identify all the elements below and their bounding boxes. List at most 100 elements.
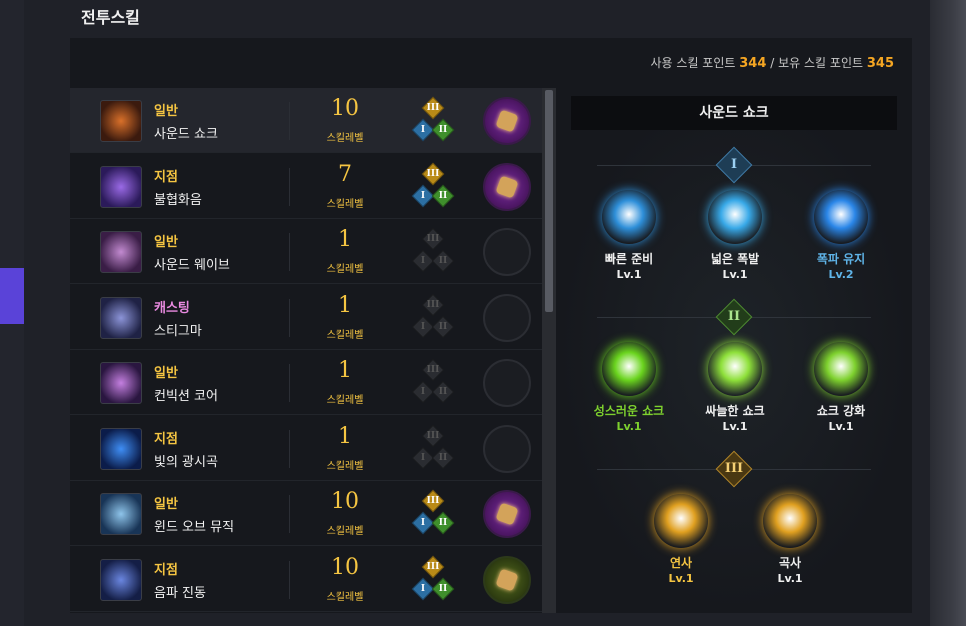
skill-panel: 사용 스킬 포인트 344 / 보유 스킬 포인트 345 일반 사운드 쇼크 10… bbox=[70, 38, 912, 613]
rune-slot-empty[interactable] bbox=[483, 228, 531, 276]
tripod-gem-2: II bbox=[431, 315, 455, 338]
skill-icon[interactable] bbox=[100, 296, 142, 339]
skill-icon[interactable] bbox=[100, 493, 142, 535]
skill-icon[interactable] bbox=[100, 100, 142, 142]
points-separator: / bbox=[770, 56, 775, 70]
tripod-gem-label: III bbox=[426, 561, 440, 572]
skill-level[interactable]: 1 bbox=[315, 227, 375, 252]
tripod-option-name: 폭파 유지 bbox=[816, 252, 866, 266]
tripod-option[interactable]: 곡사 Lv.1 bbox=[740, 494, 840, 585]
skill-type: 지점 bbox=[154, 431, 178, 447]
tripod-indicator[interactable]: III I II bbox=[411, 555, 455, 603]
tripod-option-name: 싸늘한 쇼크 bbox=[705, 404, 765, 418]
tripod-gem-label: II bbox=[438, 583, 448, 594]
rune-slot-empty[interactable] bbox=[483, 424, 531, 473]
rune-slot-empty[interactable] bbox=[483, 359, 531, 407]
skill-row[interactable]: 일반 윈드 오브 뮤직 10 스킬레벨 III I II bbox=[70, 481, 542, 546]
scrollbar-thumb[interactable] bbox=[545, 90, 553, 312]
skill-level[interactable]: 10 bbox=[315, 555, 375, 580]
tripod-gem-3: III bbox=[421, 162, 445, 185]
skill-level[interactable]: 1 bbox=[315, 293, 375, 318]
rune-slot[interactable] bbox=[483, 162, 531, 211]
tripod-option[interactable]: 연사 Lv.1 bbox=[631, 494, 731, 585]
tripod-option[interactable]: 넓은 폭발 Lv.1 bbox=[685, 190, 785, 281]
rune-slot[interactable] bbox=[483, 97, 531, 145]
skill-list-scrollbar[interactable] bbox=[542, 88, 556, 613]
tripod-option-name: 연사 bbox=[669, 556, 693, 570]
tripod-gem-label: I bbox=[420, 387, 426, 397]
skill-name: 사운드 웨이브 bbox=[154, 258, 230, 273]
row-divider bbox=[289, 429, 290, 468]
burst-icon bbox=[814, 190, 868, 244]
rune-gem-icon bbox=[495, 567, 519, 592]
tripod-indicator[interactable]: III I II bbox=[411, 358, 455, 406]
skill-icon[interactable] bbox=[100, 231, 142, 273]
skill-icon[interactable] bbox=[100, 165, 142, 208]
tripod-gem-2: II bbox=[431, 184, 455, 207]
tripod-gem-label: I bbox=[420, 583, 426, 594]
tripod-gem-3: III bbox=[421, 358, 445, 382]
skill-level[interactable]: 1 bbox=[315, 424, 375, 449]
skill-type: 지점 bbox=[154, 562, 178, 578]
skill-row[interactable]: 일반 사운드 쇼크 10 스킬레벨 III I II bbox=[70, 88, 542, 153]
skill-icon[interactable] bbox=[100, 362, 142, 404]
tripod-option[interactable]: 빠른 준비 Lv.1 bbox=[579, 190, 679, 281]
skill-type: 일반 bbox=[154, 235, 178, 250]
rapid-fire-icon bbox=[654, 494, 708, 548]
right-background-strip bbox=[930, 0, 966, 626]
tier-2-badge: II bbox=[715, 298, 753, 336]
tripod-gem-label: I bbox=[420, 190, 426, 201]
rune-slot-empty[interactable] bbox=[483, 293, 531, 342]
tripod-gem-label: III bbox=[426, 299, 440, 310]
section-title: 전투스킬 bbox=[81, 8, 140, 27]
tripod-gem-3: III bbox=[421, 227, 445, 251]
tripod-gem-label: III bbox=[426, 365, 440, 375]
snowflake-icon bbox=[708, 342, 762, 396]
tripod-option[interactable]: 싸늘한 쇼크 Lv.1 bbox=[685, 342, 785, 433]
skill-type: 일반 bbox=[154, 497, 178, 512]
tripod-gem-3: III bbox=[421, 293, 445, 316]
sidebar-active-indicator[interactable] bbox=[0, 268, 24, 324]
skill-row[interactable]: 캐스팅 스티그마 1 스킬레벨 III I II bbox=[70, 285, 542, 350]
tripod-indicator[interactable]: III I II bbox=[411, 162, 455, 210]
tripod-indicator[interactable]: III I II bbox=[411, 293, 455, 341]
skill-icon[interactable] bbox=[100, 558, 142, 601]
skill-level[interactable]: 1 bbox=[315, 358, 375, 383]
skill-row[interactable]: 일반 컨빅션 코어 1 스킬레벨 III I II bbox=[70, 350, 542, 415]
tripod-option-level: Lv.1 bbox=[722, 268, 748, 281]
skill-level[interactable]: 7 bbox=[315, 162, 375, 187]
rune-slot[interactable] bbox=[483, 490, 531, 538]
row-divider bbox=[289, 364, 290, 402]
tripod-indicator[interactable]: III I II bbox=[411, 489, 455, 537]
tripod-indicator[interactable]: III I II bbox=[411, 96, 455, 144]
tripod-option-level: Lv.1 bbox=[668, 572, 694, 585]
tripod-gem-label: III bbox=[426, 234, 440, 244]
skill-row[interactable]: 지점 음파 진동 10 스킬레벨 III I II bbox=[70, 547, 542, 612]
tripod-tree-header: 사운드 쇼크 bbox=[571, 96, 897, 130]
skill-level-label: 스킬레벨 bbox=[326, 526, 364, 537]
skill-level[interactable]: 10 bbox=[315, 489, 375, 514]
tripod-option[interactable]: 폭파 유지 Lv.2 bbox=[791, 190, 891, 281]
holy-sun-icon bbox=[602, 342, 656, 396]
rune-slot[interactable] bbox=[483, 555, 531, 604]
tripod-indicator[interactable]: III I II bbox=[411, 227, 455, 275]
tripod-gem-label: I bbox=[420, 518, 426, 528]
tripod-gem-3: III bbox=[421, 489, 445, 513]
tripod-gem-2: II bbox=[431, 249, 455, 273]
skill-type: 캐스팅 bbox=[154, 300, 190, 316]
tripod-gem-2: II bbox=[431, 577, 455, 600]
skill-icon[interactable] bbox=[100, 427, 142, 470]
skill-row[interactable]: 일반 사운드 웨이브 1 스킬레벨 III I II bbox=[70, 219, 542, 284]
tripod-indicator[interactable]: III I II bbox=[411, 424, 455, 472]
tripod-option[interactable]: 쇼크 강화 Lv.1 bbox=[791, 342, 891, 433]
tripod-gem-3: III bbox=[421, 96, 445, 120]
skill-row[interactable]: 지점 빛의 광시곡 1 스킬레벨 III I II bbox=[70, 416, 542, 481]
skill-page: 전투스킬 사용 스킬 포인트 344 / 보유 스킬 포인트 345 일반 사운드… bbox=[24, 0, 930, 626]
tripod-option-name: 빠른 준비 bbox=[604, 252, 654, 266]
skill-list: 일반 사운드 쇼크 10 스킬레벨 III I II 지점 불협화음 7 스킬레벨 III I II 일반 사… bbox=[70, 88, 542, 613]
tier-1-label: I bbox=[730, 157, 738, 172]
tripod-option[interactable]: 성스러운 쇼크 Lv.1 bbox=[579, 342, 679, 433]
skill-level[interactable]: 10 bbox=[315, 96, 375, 121]
skill-row[interactable]: 지점 불협화음 7 스킬레벨 III I II bbox=[70, 154, 542, 219]
tripod-gem-label: III bbox=[426, 168, 440, 179]
